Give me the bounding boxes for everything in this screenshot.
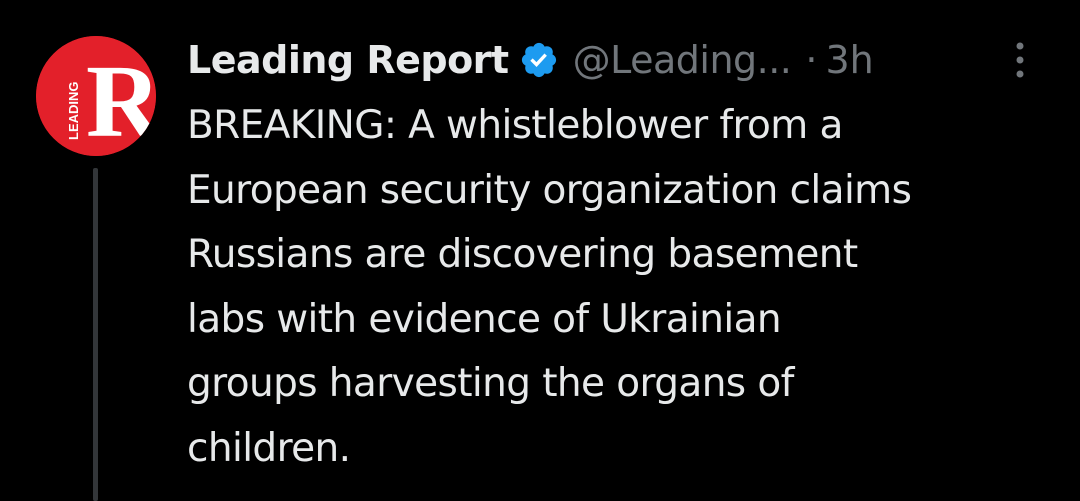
- more-options-icon[interactable]: [1004, 38, 1036, 82]
- avatar-text: LEADING: [66, 82, 81, 141]
- author-handle[interactable]: @Leading...: [573, 38, 792, 82]
- tweet-text-line: Russians are discovering basement: [187, 232, 858, 277]
- avatar[interactable]: R LEADING: [36, 36, 156, 156]
- tweet-header: Leading Report @Leading... · 3h: [187, 32, 1047, 88]
- tweet[interactable]: R LEADING Leading Report @Leading... · 3…: [0, 0, 1080, 501]
- tweet-text: BREAKING: A whistleblower from a Europea…: [187, 94, 1057, 481]
- tweet-text-line: European security organization claims: [187, 167, 912, 213]
- timestamp[interactable]: 3h: [825, 38, 873, 82]
- verified-badge-icon: [519, 40, 559, 80]
- thread-line: [93, 168, 98, 501]
- tweet-text-line: BREAKING: A whistleblower from a: [187, 103, 843, 148]
- author-name[interactable]: Leading Report: [187, 38, 509, 82]
- tweet-text-line: labs with evidence of Ukrainian: [187, 296, 782, 342]
- leading-report-logo-icon: R LEADING: [36, 36, 156, 156]
- tweet-text-line: groups harvesting the organs of: [187, 361, 794, 406]
- tweet-text-line: children.: [187, 425, 351, 471]
- header-separator: ·: [805, 38, 818, 82]
- avatar-letter: R: [86, 44, 156, 156]
